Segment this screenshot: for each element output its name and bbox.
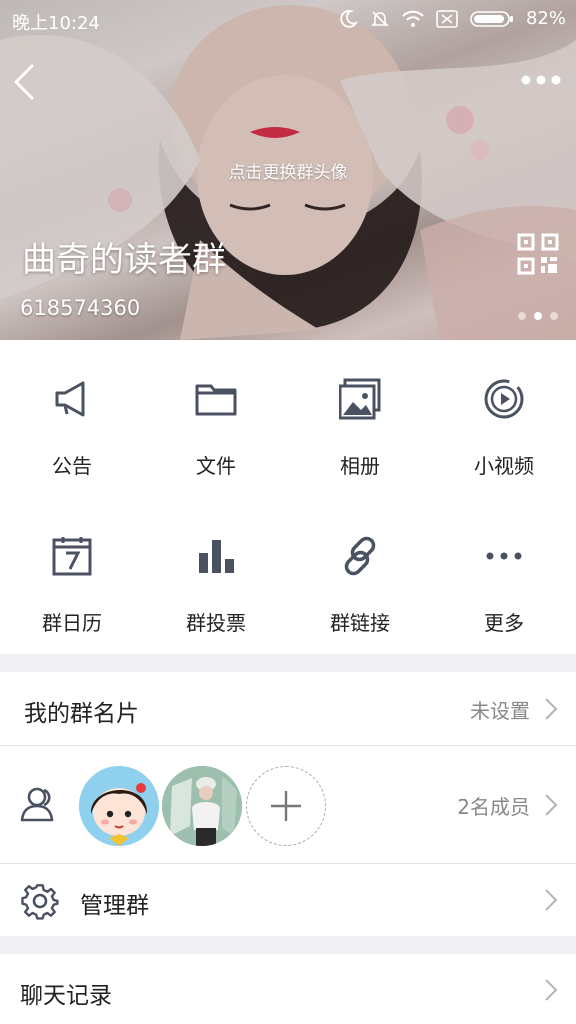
page-dot [518,312,526,320]
members-icon [20,787,54,822]
feature-label: 群投票 [186,611,246,635]
manage-group-row[interactable]: 管理群 [0,864,576,936]
megaphone-icon [55,381,85,417]
feature-label: 小视频 [474,454,534,478]
group-cover-header[interactable]: 晚上10:24 82% 点击更换群头像 曲奇的读者群 618574360 [0,0,576,340]
change-avatar-hint[interactable]: 点击更换群头像 [0,158,576,183]
feature-album[interactable]: 相册 [288,340,432,497]
feature-files[interactable]: 文件 [144,340,288,497]
mute-bell-icon [371,10,389,27]
feature-label: 公告 [52,454,92,478]
cover-page-indicator [518,312,558,320]
feature-more[interactable]: 更多 [432,497,576,654]
add-member-button[interactable] [246,766,326,846]
battery-percentage: 82% [525,8,566,29]
chat-history-row[interactable]: 聊天记录 [0,954,576,1024]
folder-icon [195,384,237,416]
feature-vote[interactable]: 群投票 [144,497,288,654]
feature-label: 相册 [340,454,380,478]
feature-label: 群日历 [42,611,102,635]
chevron-right-icon [545,889,558,911]
more-dots-icon [486,552,522,560]
my-group-card-value: 未设置 [470,699,530,723]
more-options-icon[interactable] [520,70,562,90]
manage-group-title: 管理群 [80,893,149,919]
member-photo-avatar-icon [162,766,242,846]
link-icon [344,536,376,576]
back-arrow-icon[interactable] [10,62,40,102]
members-row[interactable]: 2名成员 [0,746,576,863]
wifi-icon [402,10,424,27]
chevron-right-icon [545,979,558,1001]
feature-announcement[interactable]: 公告 [0,340,144,497]
group-id: 618574360 [20,296,141,320]
moon-icon [340,9,358,28]
gear-icon [21,884,59,920]
my-group-card-title: 我的群名片 [24,701,139,727]
status-bar: 晚上10:24 82% [0,0,576,40]
group-name: 曲奇的读者群 [22,240,226,280]
page-dot [550,312,558,320]
bar-chart-icon [199,540,234,573]
chevron-right-icon [545,698,558,720]
photo-album-icon [339,378,381,420]
feature-calendar[interactable]: 群日历 [0,497,144,654]
calendar-icon [52,537,92,576]
video-icon [484,379,524,419]
member-avatar[interactable] [79,766,159,846]
member-avatar[interactable] [162,766,242,846]
qr-code-icon[interactable] [517,233,559,275]
plus-icon [270,790,301,821]
status-time: 晚上10:24 [12,13,100,34]
my-group-card-row[interactable]: 我的群名片 未设置 [0,672,576,746]
battery-icon [470,10,513,27]
chevron-right-icon [545,794,558,816]
no-sim-icon [436,9,458,28]
feature-link[interactable]: 群链接 [288,497,432,654]
cartoon-girl-avatar-icon [79,766,159,846]
feature-label: 更多 [484,611,524,635]
feature-grid: 公告 文件 相册 小视频 群日历 群投票 群链接 更多 [0,340,576,654]
page-dot-active [534,312,542,320]
member-count: 2名成员 [457,795,530,819]
chat-history-title: 聊天记录 [20,983,112,1009]
feature-short-video[interactable]: 小视频 [432,340,576,497]
feature-label: 文件 [196,454,236,478]
feature-label: 群链接 [330,611,390,635]
